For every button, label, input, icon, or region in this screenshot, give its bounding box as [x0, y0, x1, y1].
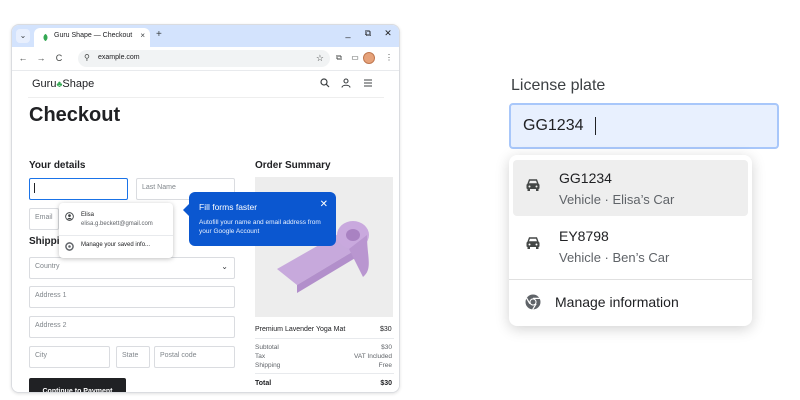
close-window-button[interactable]: ✕ — [383, 28, 393, 39]
suggestion-main: GG1234 — [559, 170, 612, 186]
suggestion-main: EY8798 — [559, 228, 609, 244]
minimize-button[interactable]: _ — [343, 28, 353, 39]
autofill-divider — [59, 235, 173, 236]
account-icon[interactable] — [341, 78, 351, 88]
menu-dots-icon[interactable]: ⋮ — [384, 53, 394, 62]
last-name-placeholder: Last Name — [142, 184, 176, 191]
logo-text-shape: Shape — [62, 78, 95, 90]
state-field[interactable]: State — [116, 346, 150, 368]
subtotal-label: Subtotal — [255, 344, 279, 351]
city-field[interactable]: City — [29, 346, 110, 368]
reload-button[interactable]: C — [54, 53, 64, 63]
bubble-body: Autofill your name and email address fro… — [199, 219, 321, 235]
bubble-close-icon[interactable]: ✕ — [320, 199, 328, 210]
total-label: Total — [255, 380, 272, 387]
subtotal-value: $30 — [381, 344, 392, 351]
manage-information-link[interactable]: Manage information — [555, 294, 679, 310]
search-icon[interactable] — [320, 78, 330, 88]
suggestion-ey8798[interactable]: EY8798 Vehicle · Ben’s Car — [513, 218, 748, 274]
leaf-favicon-icon — [43, 33, 48, 42]
shipping-heading: Shipping — [29, 236, 59, 247]
forward-button[interactable]: → — [36, 53, 46, 63]
first-name-field[interactable] — [29, 178, 128, 200]
tab-checkout[interactable]: Guru Shape — Checkout × — [34, 28, 150, 47]
browser-toolbar: ← → C ⚲ example.com ☆ ⧉ ▭ ⋮ — [12, 47, 399, 71]
license-plate-input[interactable]: GG1234 — [509, 103, 779, 149]
suggestion-sub: Vehicle · Ben’s Car — [559, 250, 670, 265]
tab-strip: ⌄ Guru Shape — Checkout × + _ ⧉ ✕ — [12, 25, 399, 47]
dropdown-divider — [509, 279, 752, 280]
order-summary-heading: Order Summary — [255, 160, 331, 171]
text-caret — [34, 183, 35, 193]
bubble-title: Fill forms faster — [199, 202, 258, 212]
postal-code-placeholder: Postal code — [160, 352, 197, 359]
bubble-arrow — [183, 204, 189, 216]
address2-field[interactable]: Address 2 — [29, 316, 235, 338]
profile-avatar[interactable] — [363, 52, 375, 64]
email-field[interactable]: Email — [29, 208, 59, 230]
site-info-icon[interactable]: ⚲ — [84, 53, 90, 62]
shipping-value: Free — [378, 362, 392, 369]
chevron-down-icon: ⌄ — [221, 262, 228, 271]
autofill-suggestion-email[interactable]: elisa.g.beckett@gmail.com — [81, 221, 153, 227]
hamburger-menu-icon[interactable] — [363, 78, 373, 88]
window-controls: _ ⧉ ✕ — [343, 28, 393, 39]
account-circle-icon — [65, 212, 74, 221]
product-name: Premium Lavender Yoga Mat — [255, 326, 346, 333]
restore-button[interactable]: ⧉ — [363, 28, 373, 39]
product-price: $30 — [380, 326, 392, 333]
tab-search-button[interactable]: ⌄ — [16, 29, 30, 43]
tab-close-icon[interactable]: × — [140, 31, 145, 40]
page-title: Checkout — [29, 104, 121, 126]
browser-window: ⌄ Guru Shape — Checkout × + _ ⧉ ✕ ← → C … — [11, 24, 400, 393]
email-placeholder: Email — [35, 214, 53, 221]
continue-to-payment-button[interactable]: Continue to Payment — [29, 378, 126, 392]
new-tab-button[interactable]: + — [156, 29, 162, 41]
total-value: $30 — [380, 380, 392, 387]
stage: ⌄ Guru Shape — Checkout × + _ ⧉ ✕ ← → C … — [0, 0, 800, 400]
suggestion-sub: Vehicle · Elisa’s Car — [559, 192, 675, 207]
license-plate-autofill-dropdown: GG1234 Vehicle · Elisa’s Car EY8798 Vehi… — [509, 155, 752, 326]
manage-saved-info-link[interactable]: Manage your saved info... — [81, 242, 150, 248]
autofill-dropdown-small: Elisa elisa.g.beckett@gmail.com Manage y… — [59, 203, 173, 258]
url-text: example.com — [98, 54, 140, 61]
summary-divider — [255, 338, 394, 339]
chrome-icon — [525, 294, 541, 310]
tax-label: Tax — [255, 353, 266, 360]
total-divider — [255, 373, 394, 374]
extensions-icon[interactable]: ⧉ — [334, 53, 344, 63]
text-caret — [595, 117, 596, 135]
header-divider — [28, 97, 384, 98]
fill-forms-faster-bubble: Fill forms faster Autofill your name and… — [183, 192, 336, 246]
address-bar[interactable]: ⚲ example.com ☆ — [78, 50, 330, 67]
postal-code-field[interactable]: Postal code — [154, 346, 235, 368]
country-placeholder: Country — [35, 263, 60, 270]
country-select[interactable]: Country ⌄ — [29, 257, 235, 279]
tax-value: VAT Included — [354, 353, 392, 360]
suggestion-gg1234[interactable]: GG1234 Vehicle · Elisa’s Car — [513, 160, 748, 216]
site-logo[interactable]: Guru♣Shape — [32, 78, 94, 90]
bookmark-star-icon[interactable]: ☆ — [316, 53, 324, 64]
car-icon — [526, 237, 540, 249]
city-placeholder: City — [35, 352, 48, 359]
logo-text-guru: Guru — [32, 78, 57, 90]
license-plate-value: GG1234 — [523, 117, 584, 134]
car-icon — [526, 179, 540, 191]
your-details-heading: Your details — [29, 160, 86, 171]
shipping-label: Shipping — [255, 362, 281, 369]
back-button[interactable]: ← — [18, 53, 28, 63]
state-placeholder: State — [122, 352, 139, 359]
address2-placeholder: Address 2 — [35, 322, 67, 329]
address1-field[interactable]: Address 1 — [29, 286, 235, 308]
license-plate-label: License plate — [511, 77, 606, 94]
autofill-suggestion-name[interactable]: Elisa — [81, 212, 94, 218]
address1-placeholder: Address 1 — [35, 292, 67, 299]
tab-title: Guru Shape — Checkout — [54, 32, 133, 39]
google-icon — [65, 242, 74, 251]
side-panel-icon[interactable]: ▭ — [350, 53, 360, 62]
